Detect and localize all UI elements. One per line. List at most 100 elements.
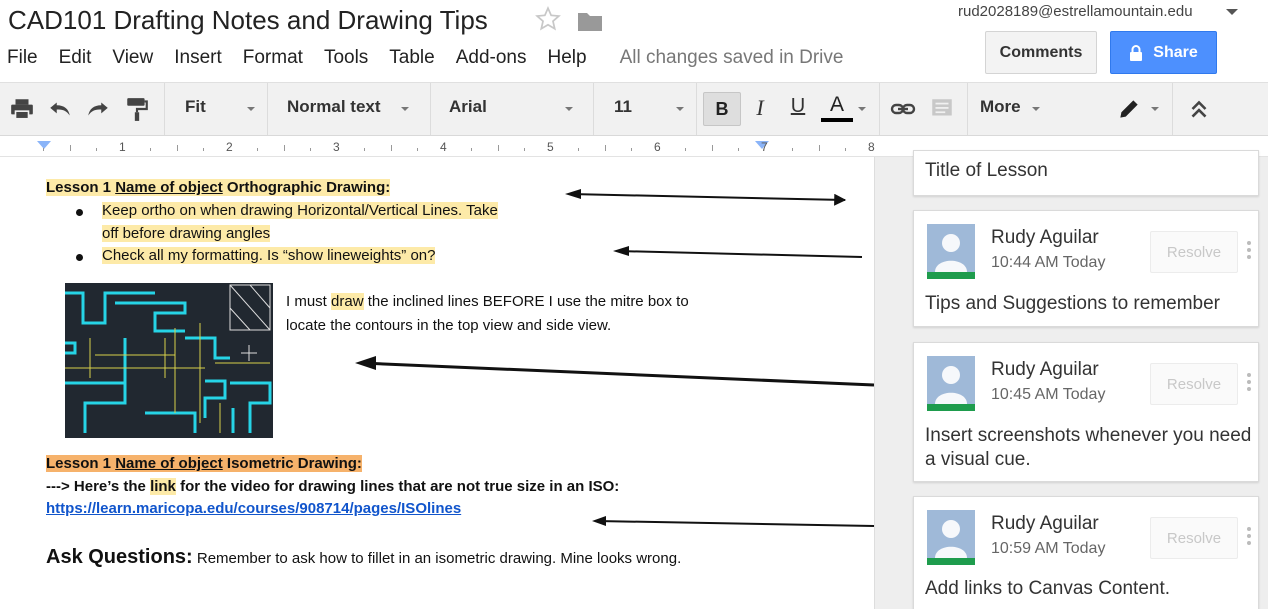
ruler-label: 6 (654, 140, 661, 154)
menu-table[interactable]: Table (389, 47, 434, 69)
comment-text: Add links to Canvas Content. (925, 578, 1171, 599)
comment-text: Title of Lesson (925, 160, 1048, 181)
resolve-button[interactable]: Resolve (1150, 231, 1238, 273)
ruler-tick (203, 148, 205, 151)
menu-help[interactable]: Help (548, 47, 587, 69)
comment-author: Rudy Aguilar (991, 227, 1099, 248)
ruler-tick (818, 145, 820, 151)
comment-time: 10:45 AM Today (991, 386, 1106, 403)
text-color-button[interactable]: A (821, 93, 853, 123)
title-bar: CAD101 Drafting Notes and Drawing Tips r… (0, 0, 1268, 82)
resolve-button[interactable]: Resolve (1150, 363, 1238, 405)
arrow-to-comment-2 (617, 250, 863, 258)
print-icon[interactable] (9, 96, 35, 122)
ruler-tick (604, 145, 606, 151)
font-select[interactable]: Arial (449, 97, 487, 117)
undo-icon[interactable] (47, 96, 73, 122)
size-caret-icon[interactable] (676, 107, 684, 111)
zoom-select[interactable]: Fit (185, 97, 206, 117)
text-color-swatch (821, 118, 853, 122)
font-caret-icon[interactable] (565, 107, 573, 111)
bold-button[interactable]: B (703, 92, 741, 126)
text-color-caret-icon[interactable] (858, 107, 866, 111)
person-icon (935, 520, 967, 558)
link-icon[interactable] (890, 96, 916, 122)
avatar-status-bar (927, 404, 975, 411)
more-menu[interactable]: More (980, 97, 1021, 117)
comment-card-4[interactable]: Rudy Aguilar 10:59 AM Today Resolve Add … (913, 496, 1259, 609)
font-size-select[interactable]: 11 (614, 97, 632, 117)
more-options-icon[interactable] (1247, 241, 1251, 261)
comment-author: Rudy Aguilar (991, 359, 1099, 380)
ruler-tick (631, 148, 633, 151)
menu-view[interactable]: View (112, 47, 153, 69)
comments-button[interactable]: Comments (985, 31, 1097, 74)
comment-icon[interactable] (929, 96, 955, 122)
comment-card-3[interactable]: Rudy Aguilar 10:45 AM Today Resolve Inse… (913, 342, 1259, 482)
comment-card-1[interactable]: Title of Lesson (913, 150, 1259, 196)
person-icon (935, 366, 967, 404)
redo-icon[interactable] (85, 96, 111, 122)
style-select[interactable]: Normal text (287, 97, 381, 117)
document-title[interactable]: CAD101 Drafting Notes and Drawing Tips (8, 5, 488, 36)
italic-button[interactable]: I (748, 95, 772, 121)
more-options-icon[interactable] (1247, 527, 1251, 547)
ruler-tick (684, 148, 686, 151)
underline-button[interactable]: U (786, 95, 810, 118)
lock-icon (1130, 44, 1143, 61)
ruler-tick (149, 148, 151, 151)
account-caret-icon[interactable] (1226, 9, 1238, 15)
ruler-tick (845, 148, 847, 151)
toolbar-separator (164, 83, 165, 135)
share-label: Share (1153, 43, 1198, 61)
toolbar-separator (430, 83, 431, 135)
left-indent-marker[interactable] (37, 141, 51, 149)
menu-insert[interactable]: Insert (174, 47, 222, 69)
editing-mode-pencil-icon[interactable] (1116, 96, 1142, 122)
ruler-tick (69, 145, 71, 151)
toolbar-separator (696, 83, 697, 135)
menu-edit[interactable]: Edit (59, 47, 92, 69)
zoom-caret-icon[interactable] (247, 107, 255, 111)
ruler-tick (791, 148, 793, 151)
ruler-tick (310, 148, 312, 151)
style-caret-icon[interactable] (401, 107, 409, 111)
arrowhead (613, 246, 629, 256)
avatar-status-bar (927, 558, 975, 565)
menu-file[interactable]: File (7, 47, 38, 69)
more-options-icon[interactable] (1247, 373, 1251, 393)
account-email[interactable]: rud2028189@estrellamountain.edu (958, 3, 1193, 20)
menu-format[interactable]: Format (243, 47, 303, 69)
folder-icon[interactable] (577, 10, 603, 32)
collapse-chevron-icon[interactable] (1186, 96, 1212, 122)
editing-mode-caret-icon[interactable] (1151, 107, 1159, 111)
arrowhead (355, 356, 376, 370)
toolbar-separator (1172, 83, 1173, 135)
menu-tools[interactable]: Tools (324, 47, 368, 69)
resolve-button[interactable]: Resolve (1150, 517, 1238, 559)
ruler-label: 5 (547, 140, 554, 154)
save-status[interactable]: All changes saved in Drive (620, 47, 844, 69)
avatar (927, 224, 975, 279)
ruler-tick (497, 145, 499, 151)
toolbar-separator (967, 83, 968, 135)
ruler-track: 1 2 3 4 5 6 7 8 (0, 139, 875, 154)
ruler-tick (283, 145, 285, 151)
comment-card-2[interactable]: Rudy Aguilar 10:44 AM Today Resolve Tips… (913, 210, 1259, 327)
ruler-tick (96, 148, 98, 151)
ruler-tick (417, 148, 419, 151)
ruler-tick (738, 148, 740, 151)
star-icon[interactable] (535, 6, 561, 32)
ruler-tick (524, 148, 526, 151)
toolbar-separator (593, 83, 594, 135)
more-caret-icon[interactable] (1032, 107, 1040, 111)
toolbar-separator (879, 83, 880, 135)
arrow-to-comment-1 (569, 193, 847, 206)
comment-author: Rudy Aguilar (991, 513, 1099, 534)
ruler-tick (577, 148, 579, 151)
paint-format-icon[interactable] (124, 96, 150, 122)
ruler-label: 4 (440, 140, 447, 154)
share-button[interactable]: Share (1110, 31, 1217, 74)
arrowhead (565, 189, 581, 199)
menu-addons[interactable]: Add-ons (456, 47, 527, 69)
